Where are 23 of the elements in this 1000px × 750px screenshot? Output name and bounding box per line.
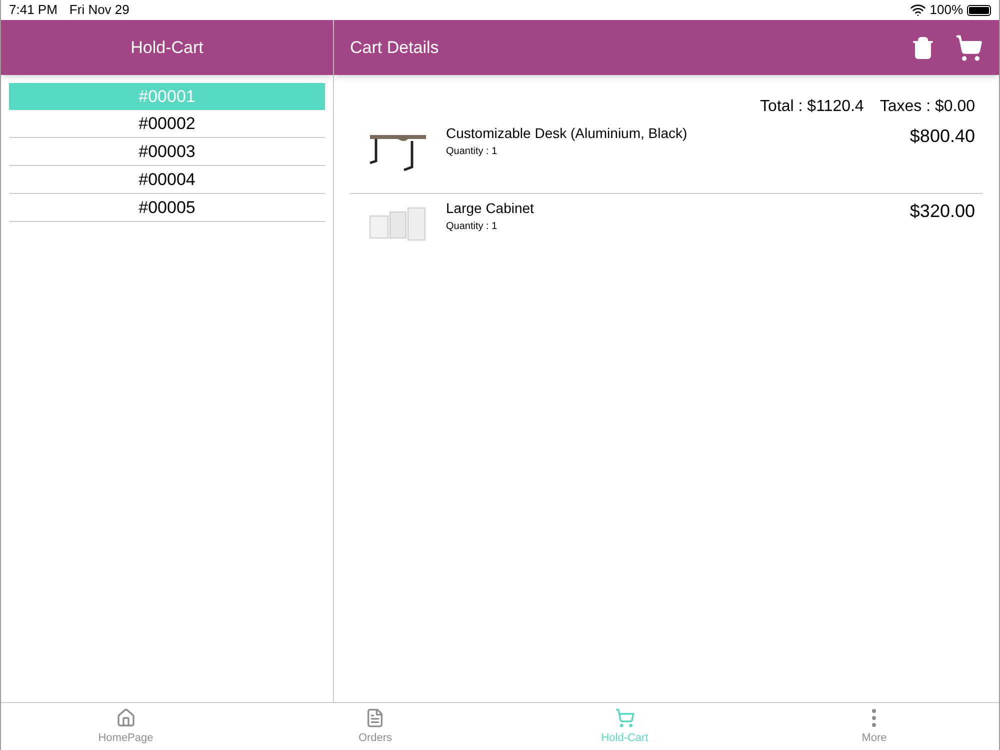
cabinet-drawing	[368, 206, 428, 242]
taxes-text: Taxes : $0.00	[880, 97, 975, 117]
cart-button[interactable]	[955, 34, 983, 62]
item-price: $800.40	[910, 125, 976, 148]
status-date: Fri Nov 29	[69, 1, 130, 20]
item-quantity: Quantity : 1	[446, 145, 498, 159]
header-title: Hold-Cart	[130, 36, 204, 59]
tab-bar-item[interactable]: Hold-Cart	[500, 703, 750, 750]
tab-bar-item[interactable]: More	[750, 703, 999, 750]
battery-percent: 100%	[930, 1, 963, 20]
status-time: 7:41 PM	[9, 1, 58, 20]
battery-icon	[967, 4, 991, 16]
total-text: Total : $1120.4	[760, 97, 864, 117]
header-title: Cart Details	[350, 36, 440, 59]
tab-bar-item[interactable]: HomePage	[1, 703, 250, 750]
more-icon	[872, 709, 876, 728]
item-quantity: Quantity : 1	[446, 220, 498, 234]
item-price: $320.00	[910, 200, 976, 223]
tab-bar-item[interactable]: Orders	[250, 703, 500, 750]
cart-list-item[interactable]: #00001	[9, 83, 325, 110]
wifi-icon	[910, 2, 926, 18]
item-name: Large Cabinet	[446, 199, 535, 218]
item-name: Customizable Desk (Aluminium, Black)	[446, 124, 688, 143]
